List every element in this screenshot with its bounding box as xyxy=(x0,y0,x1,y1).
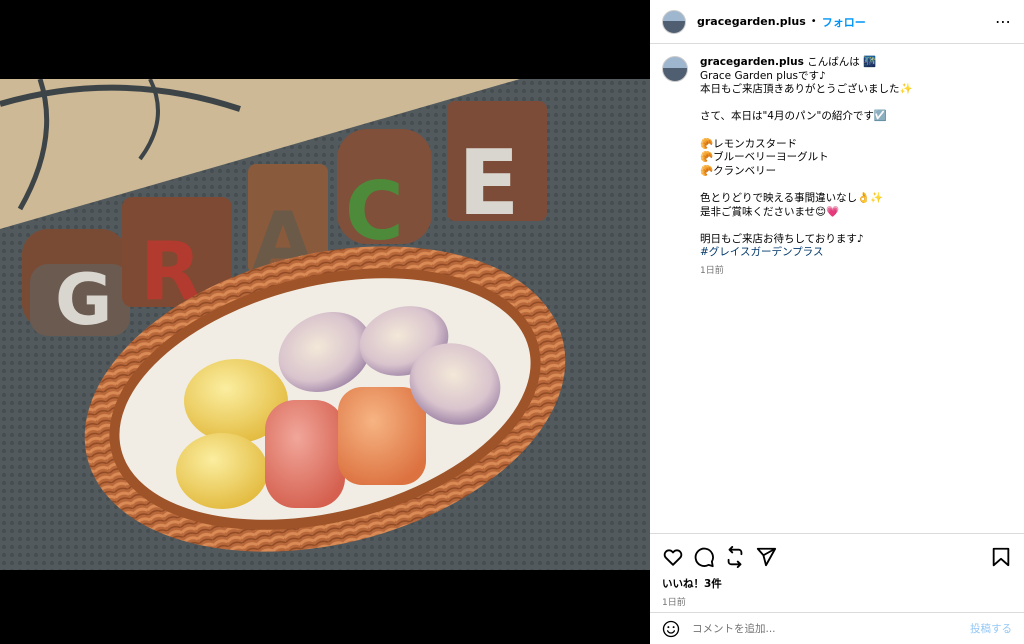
caption-line: 本日もご来店頂きありがとうございました✨ xyxy=(700,83,913,96)
caption-line: Grace Garden plusです♪ xyxy=(700,69,826,82)
caption-line xyxy=(700,97,913,111)
caption-line: 🥐レモンカスタード xyxy=(700,137,798,150)
heart-icon[interactable] xyxy=(662,546,684,568)
action-icons xyxy=(650,534,1024,570)
follow-button[interactable]: フォロー xyxy=(822,14,866,30)
comment-input[interactable] xyxy=(692,622,970,635)
caption-line: 🥐ブルーベリーヨーグルト xyxy=(700,151,829,164)
caption-line: 🥐クランベリー xyxy=(700,164,777,177)
hashtag-link[interactable]: #グレイスガーデンプラス xyxy=(700,246,913,260)
post-photo[interactable]: G R A C E xyxy=(0,79,650,570)
caption-body: gracegarden.plus こんばんは 🌃 Grace Garden pl… xyxy=(700,56,913,279)
post-side-panel: gracegarden.plus • フォロー ⋯ gracegarden.pl… xyxy=(650,0,1024,644)
comment-bar: 投稿する xyxy=(650,612,1024,644)
caption-line-1: gracegarden.plus こんばんは 🌃 xyxy=(700,56,913,70)
post-header: gracegarden.plus • フォロー ⋯ xyxy=(650,0,1024,44)
bookmark-icon[interactable] xyxy=(990,546,1012,568)
emoji-icon[interactable] xyxy=(662,620,680,638)
bread-basket-photo: G R A C E xyxy=(0,79,650,570)
svg-text:E: E xyxy=(458,131,519,236)
caption-line: 是非ご賞味くださいませ😊💗 xyxy=(700,205,840,218)
caption-line xyxy=(700,124,913,138)
caption-text: こんばんは 🌃 xyxy=(807,56,877,68)
post-media: G R A C E xyxy=(0,0,650,644)
avatar[interactable] xyxy=(662,9,686,34)
post-timestamp[interactable]: 1日前 xyxy=(650,591,1024,608)
separator-dot: • xyxy=(810,16,817,27)
caption-line xyxy=(700,219,913,233)
share-icon[interactable] xyxy=(755,546,777,568)
post-comment-button[interactable]: 投稿する xyxy=(970,621,1012,636)
caption-timestamp[interactable]: 1日前 xyxy=(700,265,913,279)
caption-avatar[interactable] xyxy=(662,56,688,82)
svg-text:C: C xyxy=(345,165,404,258)
repost-icon[interactable] xyxy=(724,546,746,568)
caption: gracegarden.plus こんばんは 🌃 Grace Garden pl… xyxy=(650,44,1024,279)
caption-line: 色とりどりで映える事間違いなし👌✨ xyxy=(700,191,884,204)
caption-line: 明日もご来店お待ちしております♪ xyxy=(700,232,864,245)
svg-text:G: G xyxy=(55,259,112,341)
comment-icon[interactable] xyxy=(693,546,715,568)
post-dialog: G R A C E gracegarden.plus • フォロー ⋯ grac… xyxy=(0,0,1024,644)
likes-count[interactable]: いいね！3件 xyxy=(650,570,1024,591)
caption-line: さて、本日は"4月のパン"の紹介です☑️ xyxy=(700,110,887,123)
header-username[interactable]: gracegarden.plus xyxy=(697,15,806,28)
caption-line xyxy=(700,178,913,192)
caption-username[interactable]: gracegarden.plus xyxy=(700,56,804,68)
more-horizontal-icon[interactable]: ⋯ xyxy=(995,12,1012,31)
